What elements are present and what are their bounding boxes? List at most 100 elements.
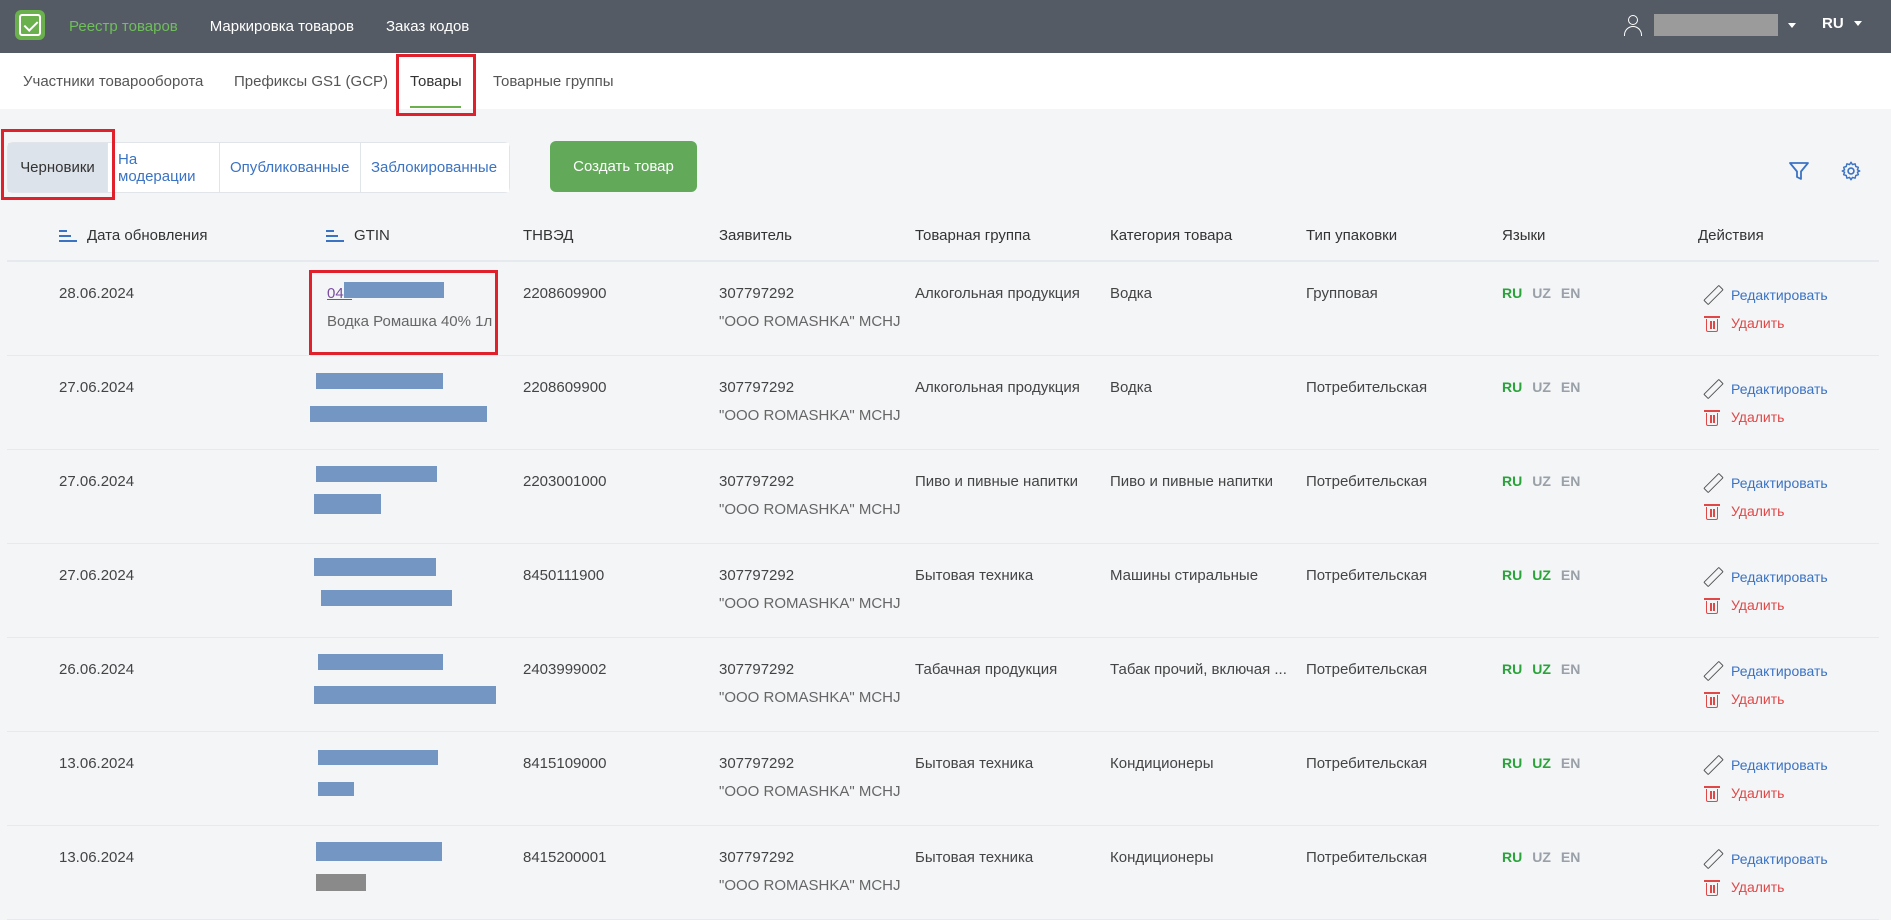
updated-date: 13.06.2024 xyxy=(59,755,135,772)
delete-button[interactable]: Удалить xyxy=(1702,406,1828,428)
table-row: 27.06.2024 2208609900 307797292 "OOO ROMASH… xyxy=(7,356,1879,450)
delete-button[interactable]: Удалить xyxy=(1702,782,1828,804)
top-bar: Реестр товаров Маркировка товаров Заказ … xyxy=(0,0,1891,53)
product-category: Кондиционеры xyxy=(1110,755,1214,772)
delete-label: Удалить xyxy=(1731,785,1785,801)
sort-icon xyxy=(59,229,77,243)
create-product-button[interactable]: Создать товар xyxy=(550,141,697,192)
product-group: Алкогольная продукция xyxy=(915,379,1080,396)
filter-drafts[interactable]: Черновики xyxy=(8,143,108,192)
language-badges: RU UZ EN xyxy=(1502,755,1580,771)
column-package-type: Тип упаковки xyxy=(1306,227,1398,244)
table-row: 28.06.2024 046 Водка Ромашка 40% 1л 2208609… xyxy=(7,262,1879,356)
app-logo-icon[interactable] xyxy=(15,10,45,40)
column-label: Дата обновления xyxy=(87,227,208,244)
language-selector[interactable]: RU xyxy=(1822,15,1862,32)
language-badge-uz: UZ xyxy=(1532,755,1551,771)
applicant-inn: 307797292 xyxy=(719,661,795,678)
applicant-company: "OOO ROMASHKA" MCHJ xyxy=(719,313,901,330)
product-name-redacted xyxy=(316,874,366,891)
package-type: Потребительская xyxy=(1306,473,1428,490)
filter-published[interactable]: Опубликованные xyxy=(220,143,361,192)
language-badges: RU UZ EN xyxy=(1502,379,1580,395)
gtin-redacted[interactable] xyxy=(318,750,438,765)
edit-button[interactable]: Редактировать xyxy=(1702,378,1828,400)
language-badges: RU UZ EN xyxy=(1502,473,1580,489)
edit-button[interactable]: Редактировать xyxy=(1702,754,1828,776)
edit-button[interactable]: Редактировать xyxy=(1702,472,1828,494)
delete-button[interactable]: Удалить xyxy=(1702,594,1828,616)
language-badge-ru: RU xyxy=(1502,473,1523,489)
edit-button[interactable]: Редактировать xyxy=(1702,660,1828,682)
edit-label: Редактировать xyxy=(1731,475,1828,491)
filter-blocked[interactable]: Заблокированные xyxy=(361,143,509,192)
applicant-company: "OOO ROMASHKA" MCHJ xyxy=(719,689,901,706)
updated-date: 27.06.2024 xyxy=(59,379,135,396)
tab-gs1-prefixes[interactable]: Префиксы GS1 (GCP) xyxy=(234,73,388,90)
pencil-icon xyxy=(1702,567,1722,587)
tab-participants[interactable]: Участники товарооборота xyxy=(23,73,203,90)
tab-product-groups[interactable]: Товарные группы xyxy=(493,73,614,90)
filter-icon[interactable] xyxy=(1788,160,1810,182)
trash-icon xyxy=(1702,595,1722,615)
delete-button[interactable]: Удалить xyxy=(1702,876,1828,898)
edit-button[interactable]: Редактировать xyxy=(1702,284,1828,306)
edit-label: Редактировать xyxy=(1731,287,1828,303)
applicant-inn: 307797292 xyxy=(719,567,795,584)
edit-button[interactable]: Редактировать xyxy=(1702,566,1828,588)
language-badge-en: EN xyxy=(1560,849,1581,865)
gtin-redacted[interactable] xyxy=(314,558,436,576)
gtin-redacted[interactable] xyxy=(316,373,443,389)
trash-icon xyxy=(1702,877,1722,897)
trash-icon xyxy=(1702,501,1722,521)
gtin-redacted[interactable] xyxy=(316,466,437,482)
package-type: Потребительская xyxy=(1306,379,1428,396)
product-name-redacted xyxy=(314,494,381,514)
pencil-icon xyxy=(1702,473,1722,493)
row-actions: Редактировать Удалить xyxy=(1702,660,1828,716)
nav-product-registry[interactable]: Реестр товаров xyxy=(69,18,178,35)
language-badges: RU UZ EN xyxy=(1502,567,1580,583)
filter-moderation[interactable]: На модерации xyxy=(108,143,220,192)
nav-product-marking[interactable]: Маркировка товаров xyxy=(210,18,354,35)
chevron-down-icon xyxy=(1853,21,1862,26)
table-row: 27.06.2024 8450111900 307797292 "OOO ROMASH… xyxy=(7,544,1879,638)
updated-date: 28.06.2024 xyxy=(59,285,135,302)
column-languages: Языки xyxy=(1502,227,1546,244)
applicant-company: "OOO ROMASHKA" MCHJ xyxy=(719,407,901,424)
nav-code-order[interactable]: Заказ кодов xyxy=(386,18,469,35)
user-menu[interactable] xyxy=(1622,14,1796,36)
tab-products[interactable]: Товары xyxy=(410,73,462,90)
language-badge-ru: RU xyxy=(1502,849,1523,865)
sort-icon xyxy=(326,229,344,243)
edit-button[interactable]: Редактировать xyxy=(1702,848,1828,870)
table-row: 13.06.2024 8415109000 307797292 "OOO ROMASH… xyxy=(7,732,1879,826)
gear-icon[interactable] xyxy=(1840,160,1862,182)
gtin-redacted[interactable] xyxy=(344,282,444,298)
product-group: Пиво и пивные напитки xyxy=(915,473,1079,490)
delete-button[interactable]: Удалить xyxy=(1702,688,1828,710)
table-header: Дата обновления GTIN ТНВЭД Заявитель Тов… xyxy=(7,222,1879,262)
delete-button[interactable]: Удалить xyxy=(1702,500,1828,522)
applicant-company: "OOO ROMASHKA" MCHJ xyxy=(719,877,901,894)
edit-label: Редактировать xyxy=(1731,663,1828,679)
language-badge-en: EN xyxy=(1560,755,1581,771)
section-tabs: Участники товарооборота Префиксы GS1 (GC… xyxy=(0,53,1891,109)
status-filter-tabs: Черновики На модерации Опубликованные За… xyxy=(7,142,510,193)
column-updated-date[interactable]: Дата обновления xyxy=(59,227,207,244)
language-badge-ru: RU xyxy=(1502,285,1523,301)
trash-icon xyxy=(1702,407,1722,427)
updated-date: 26.06.2024 xyxy=(59,661,135,678)
package-type: Потребительская xyxy=(1306,849,1428,866)
user-icon xyxy=(1622,14,1644,36)
row-actions: Редактировать Удалить xyxy=(1702,566,1828,622)
delete-button[interactable]: Удалить xyxy=(1702,312,1828,334)
applicant-inn: 307797292 xyxy=(719,755,795,772)
language-badge-en: EN xyxy=(1560,379,1581,395)
gtin-redacted[interactable] xyxy=(316,842,442,861)
language-badge-ru: RU xyxy=(1502,755,1523,771)
gtin-redacted[interactable] xyxy=(318,654,443,670)
delete-label: Удалить xyxy=(1731,315,1785,331)
product-group: Бытовая техника xyxy=(915,755,1034,772)
column-gtin[interactable]: GTIN xyxy=(326,227,390,244)
